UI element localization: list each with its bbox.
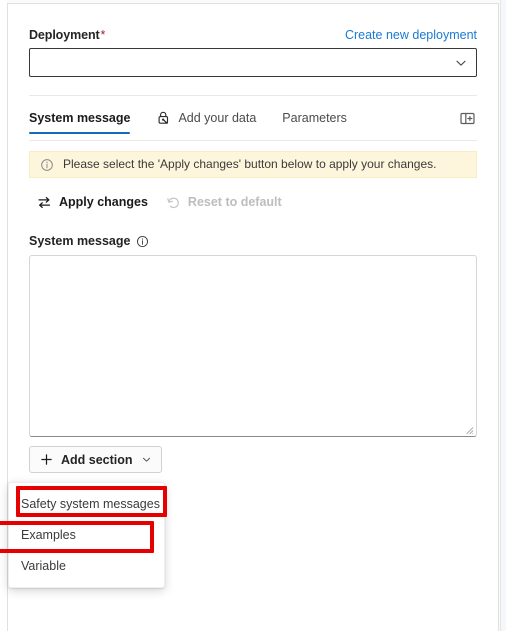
tab-add-your-data-label: Add your data bbox=[178, 111, 257, 125]
command-bar: Apply changes Reset to default bbox=[29, 187, 477, 217]
menu-item-variable[interactable]: Variable bbox=[9, 550, 164, 581]
plus-icon bbox=[40, 453, 53, 466]
create-new-deployment-link[interactable]: Create new deployment bbox=[345, 28, 477, 42]
system-message-input[interactable] bbox=[29, 255, 477, 437]
right-gutter bbox=[500, 0, 506, 631]
reset-to-default-label: Reset to default bbox=[187, 195, 282, 209]
apply-changes-banner: Please select the 'Apply changes' button… bbox=[29, 151, 477, 178]
apply-changes-icon bbox=[37, 195, 52, 210]
apply-changes-label: Apply changes bbox=[59, 195, 148, 209]
chevron-down-icon bbox=[141, 454, 152, 465]
add-section-zone: Add section Safety system messages Examp… bbox=[8, 446, 477, 588]
menu-item-label: Examples bbox=[21, 527, 76, 542]
reset-icon bbox=[166, 195, 181, 210]
left-gutter bbox=[0, 0, 7, 631]
system-message-label: System message bbox=[29, 234, 131, 248]
tab-strip-divider bbox=[29, 140, 477, 141]
add-section-button[interactable]: Add section bbox=[29, 446, 162, 473]
reset-to-default-button[interactable]: Reset to default bbox=[158, 187, 292, 217]
menu-item-safety-system-messages[interactable]: Safety system messages bbox=[9, 488, 164, 519]
deployment-label-text: Deployment bbox=[29, 28, 100, 42]
studio-panel-root: Deployment* Create new deployment System… bbox=[0, 0, 506, 631]
system-message-label-row: System message bbox=[29, 234, 477, 248]
apply-changes-banner-text: Please select the 'Apply changes' button… bbox=[63, 156, 437, 171]
deployment-label: Deployment* bbox=[29, 28, 105, 42]
deployment-row: Deployment* Create new deployment bbox=[29, 4, 477, 42]
info-circle-icon bbox=[40, 158, 54, 172]
tab-parameters-label: Parameters bbox=[282, 111, 347, 125]
required-asterisk: * bbox=[100, 28, 106, 42]
info-circle-icon[interactable] bbox=[136, 235, 149, 248]
lock-shield-icon bbox=[156, 110, 172, 126]
tab-system-message-label: System message bbox=[29, 111, 131, 125]
menu-item-label: Variable bbox=[21, 558, 66, 573]
deployment-select[interactable] bbox=[29, 48, 477, 77]
tab-parameters[interactable]: Parameters bbox=[282, 96, 347, 140]
configuration-panel: Deployment* Create new deployment System… bbox=[7, 3, 499, 631]
add-section-label: Add section bbox=[61, 452, 133, 467]
chevron-down-icon bbox=[454, 56, 468, 70]
add-section-menu: Safety system messages Examples Variable bbox=[8, 482, 165, 588]
tab-strip: System message Add your data Parameters bbox=[29, 96, 477, 140]
apply-changes-button[interactable]: Apply changes bbox=[29, 187, 158, 217]
menu-item-label: Safety system messages bbox=[21, 496, 160, 511]
system-message-editor bbox=[29, 255, 477, 437]
tab-add-your-data[interactable]: Add your data bbox=[156, 96, 256, 140]
panel-collapse-icon[interactable] bbox=[457, 108, 477, 128]
menu-item-examples[interactable]: Examples bbox=[9, 519, 164, 550]
tab-system-message[interactable]: System message bbox=[29, 96, 131, 140]
